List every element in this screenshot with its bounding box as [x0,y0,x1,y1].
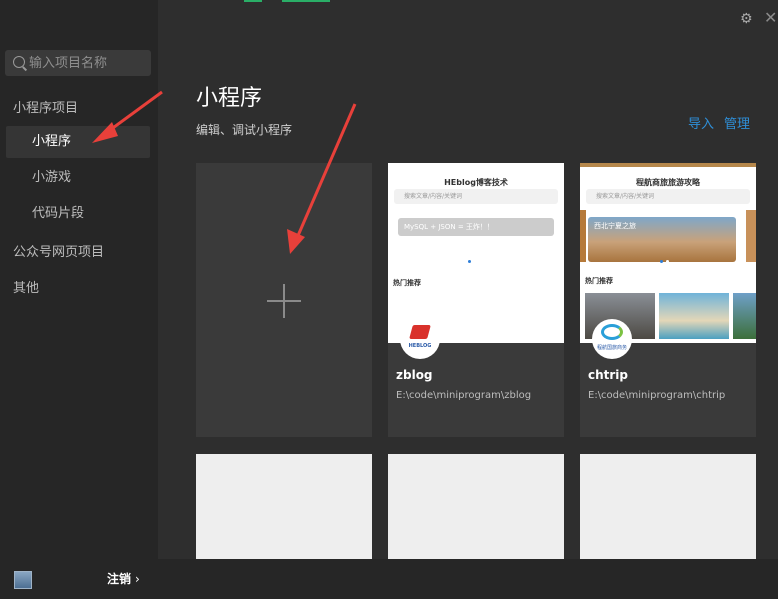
project-preview-zblog: HEblog博客技术 搜索文章/内容/关键词 MySQL + JSON = 王炸… [388,163,564,343]
sidebar-item-code-snippets[interactable]: 代码片段 [6,198,150,230]
import-button[interactable]: 导入 [688,113,714,132]
plus-icon[interactable] [267,284,301,318]
search-icon [13,56,25,68]
sidebar-group-other[interactable]: 其他 [13,277,153,296]
carousel-dot [666,260,669,263]
sidebar-item-label: 小游戏 [32,170,72,185]
project-logo-zblog: HEBLOG [400,319,440,359]
preview-search: 搜索文章/内容/关键词 [586,189,750,204]
manage-button[interactable]: 管理 [724,113,750,132]
project-card-placeholder [196,454,372,559]
chevron-right-icon: › [135,572,140,586]
sidebar-item-label: 小程序 [32,134,72,149]
sidebar-group-miniprogram-projects[interactable]: 小程序项目 [13,97,153,116]
sidebar: 小程序项目 小程序 小游戏 代码片段 公众号网页项目 其他 [0,0,158,599]
project-card-placeholder [388,454,564,559]
avatar[interactable] [14,571,32,589]
close-icon[interactable]: ✕ [764,8,777,27]
preview-title: 程航商旅旅游攻略 [636,178,700,187]
top-strip [240,0,330,2]
logout-label: 注销 [107,572,132,586]
project-path: E:\code\miniprogram\zblog [396,390,532,401]
carousel-dot [660,260,663,263]
project-preview-chtrip: 程航商旅旅游攻略 搜索文章/内容/关键词 西北宁夏之旅 热门推荐 [580,163,756,343]
banner-image-right [746,210,756,262]
banner-image-left [580,210,586,262]
preview-section-title: 热门推荐 [393,279,421,287]
project-name: zblog [396,368,433,382]
sidebar-item-miniprogram[interactable]: 小程序 [6,126,150,158]
project-logo-chtrip: 程航国旅商务 [592,319,632,359]
sidebar-group-official-account-web[interactable]: 公众号网页项目 [13,241,153,260]
project-card-placeholder [580,454,756,559]
project-name: chtrip [588,368,629,382]
logo-text: HEBLOG [408,343,432,349]
preview-title: HEblog博客技术 [444,178,508,187]
sidebar-item-label: 代码片段 [32,206,85,221]
preview-banner: MySQL + JSON = 王炸！！ [398,218,554,236]
preview-header-strip [580,163,756,167]
carousel-dot [468,260,471,263]
gear-icon[interactable]: ⚙ [740,11,753,27]
sidebar-item-minigame[interactable]: 小游戏 [6,162,150,194]
logo-text: 程航国旅商务 [596,345,627,351]
page-subtitle: 编辑、调试小程序 [196,123,293,137]
search-input[interactable] [29,53,147,73]
preview-search: 搜索文章/内容/关键词 [394,189,558,204]
preview-banner: 西北宁夏之旅 [588,217,736,262]
preview-section-title: 热门推荐 [585,277,613,285]
recommend-image [659,293,729,339]
page-title: 小程序 [196,86,263,111]
search-box[interactable] [5,50,151,76]
logout-button[interactable]: 注销 › [107,570,140,587]
project-path: E:\code\miniprogram\chtrip [588,390,726,401]
recommend-image [733,293,756,339]
